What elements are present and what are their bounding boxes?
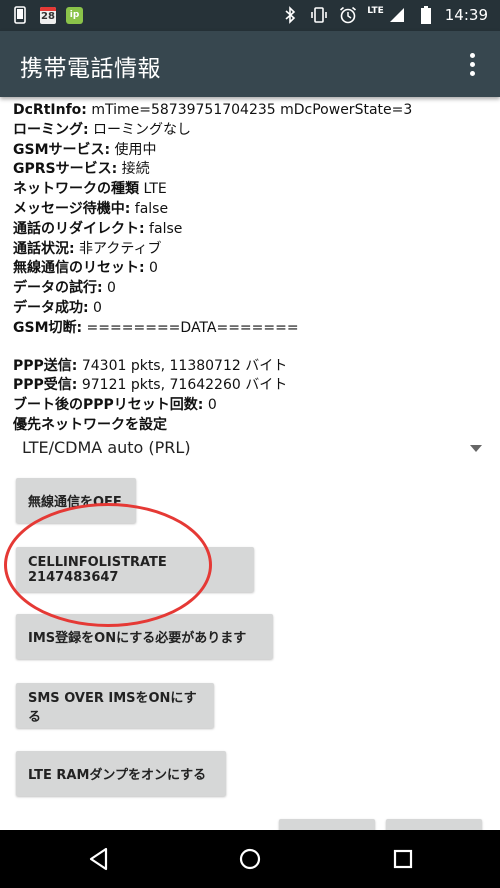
info-key: メッセージ待機中: (13, 200, 131, 217)
status-bar: 28 ip LTE 14:39 (0, 0, 500, 31)
info-value: 0 (203, 397, 217, 414)
app-icon: ip (66, 6, 83, 24)
clock: 14:39 (444, 6, 488, 24)
info-row-gsm-service: GSMサービス: 使用中 (13, 140, 493, 160)
info-key: 優先ネットワークを設定 (13, 416, 167, 433)
phone-info-list: DcRtInfo: mTime=58739751704235 mDcPowerS… (13, 100, 493, 435)
info-key: データの試行: (13, 280, 103, 297)
info-row-radio-reset: 無線通信のリセット: 0 (13, 258, 493, 278)
info-key: 無線通信のリセット: (13, 260, 145, 277)
info-value: 0 (102, 280, 116, 297)
calendar-icon: 28 (40, 6, 56, 24)
network-type-label: LTE (367, 6, 384, 16)
info-value: 接続 (117, 161, 150, 178)
info-key: ブート後のPPPリセット回数: (13, 397, 204, 414)
ims-registration-button[interactable]: IMS登録をONにする必要があります (16, 614, 273, 659)
info-row-ppp-received: PPP受信: 97121 pkts, 71642260 バイト (13, 375, 493, 395)
content-area[interactable]: DcRtInfo: mTime=58739751704235 mDcPowerS… (0, 97, 500, 830)
recent-apps-icon[interactable] (388, 844, 418, 874)
info-row-data-attempts: データの試行: 0 (13, 278, 493, 298)
overflow-menu-icon[interactable] (458, 50, 486, 78)
info-row-gsm-disconnect: GSM切断: ========DATA======= (13, 318, 493, 338)
info-key: ローミング: (13, 121, 89, 138)
info-value: 使用中 (110, 141, 157, 158)
app-bar: 携帯電話情報 (0, 31, 500, 97)
info-row-ppp-reset-count: ブート後のPPPリセット回数: 0 (13, 395, 493, 415)
bluetooth-icon (280, 5, 300, 25)
info-value: false (130, 200, 169, 217)
back-icon[interactable] (84, 844, 114, 874)
info-key: PPP送信: (13, 357, 78, 374)
info-key: 通話状況: (13, 240, 75, 257)
info-value: ========DATA======= (82, 319, 299, 336)
home-icon[interactable] (235, 844, 265, 874)
info-row-data-success: データ成功: 0 (13, 298, 493, 318)
radio-off-button[interactable]: 無線通信をOFF (16, 478, 136, 523)
info-value: 非アクティブ (74, 240, 162, 257)
cellinfo-listrate-button[interactable]: CELLINFOLISTRATE 2147483647 (16, 547, 254, 592)
battery-icon (416, 5, 436, 25)
info-row-ppp-sent: PPP送信: 74301 pkts, 11380712 バイト (13, 356, 493, 376)
phone-icon (10, 5, 30, 25)
extra-button-2[interactable] (386, 819, 482, 830)
info-row-message-waiting: メッセージ待機中: false (13, 199, 493, 219)
info-key: PPP受信: (13, 377, 78, 394)
info-key: ネットワークの種類 (13, 181, 139, 198)
info-row-roaming: ローミング: ローミングなし (13, 120, 493, 140)
info-key: 通話のリダイレクト: (13, 220, 145, 237)
extra-button-1[interactable] (279, 819, 375, 830)
lte-ram-dump-button[interactable]: LTE RAMダンプをオンにする (16, 751, 226, 796)
info-value: 74301 pkts, 11380712 バイト (77, 357, 288, 374)
info-key: GSMサービス: (13, 141, 111, 158)
info-key: GSM切断: (13, 319, 83, 336)
preferred-network-label: 優先ネットワークを設定 (13, 415, 493, 435)
page-title: 携帯電話情報 (20, 56, 161, 82)
info-row-network-type: ネットワークの種類 LTE (13, 179, 493, 199)
info-value: mTime=58739751704235 mDcPowerState=3 (86, 102, 413, 118)
info-value: LTE (139, 181, 167, 198)
info-row-dcrtinfo: DcRtInfo: mTime=58739751704235 mDcPowerS… (13, 100, 493, 120)
info-value: 0 (144, 260, 158, 277)
preferred-network-value: LTE/CDMA auto (PRL) (22, 438, 191, 457)
info-key: データ成功: (13, 299, 89, 316)
signal-icon (387, 5, 407, 25)
info-value: false (144, 220, 183, 237)
info-row-gprs-service: GPRSサービス: 接続 (13, 159, 493, 179)
preferred-network-select[interactable]: LTE/CDMA auto (PRL) (13, 435, 488, 463)
vibrate-icon (309, 5, 329, 25)
info-value: 0 (88, 299, 102, 316)
info-value: ローミングなし (88, 121, 192, 138)
info-value: 97121 pkts, 71642260 バイト (77, 377, 288, 394)
info-key: GPRSサービス: (13, 161, 118, 178)
alarm-icon (338, 5, 358, 25)
navigation-bar (0, 830, 500, 888)
sms-over-ims-button[interactable]: SMS OVER IMSをONにする (16, 683, 214, 728)
dropdown-arrow-icon (470, 445, 482, 452)
info-key: DcRtInfo: (13, 102, 87, 118)
info-row-call-status: 通話状況: 非アクティブ (13, 239, 493, 259)
info-row-call-redirect: 通話のリダイレクト: false (13, 219, 493, 239)
